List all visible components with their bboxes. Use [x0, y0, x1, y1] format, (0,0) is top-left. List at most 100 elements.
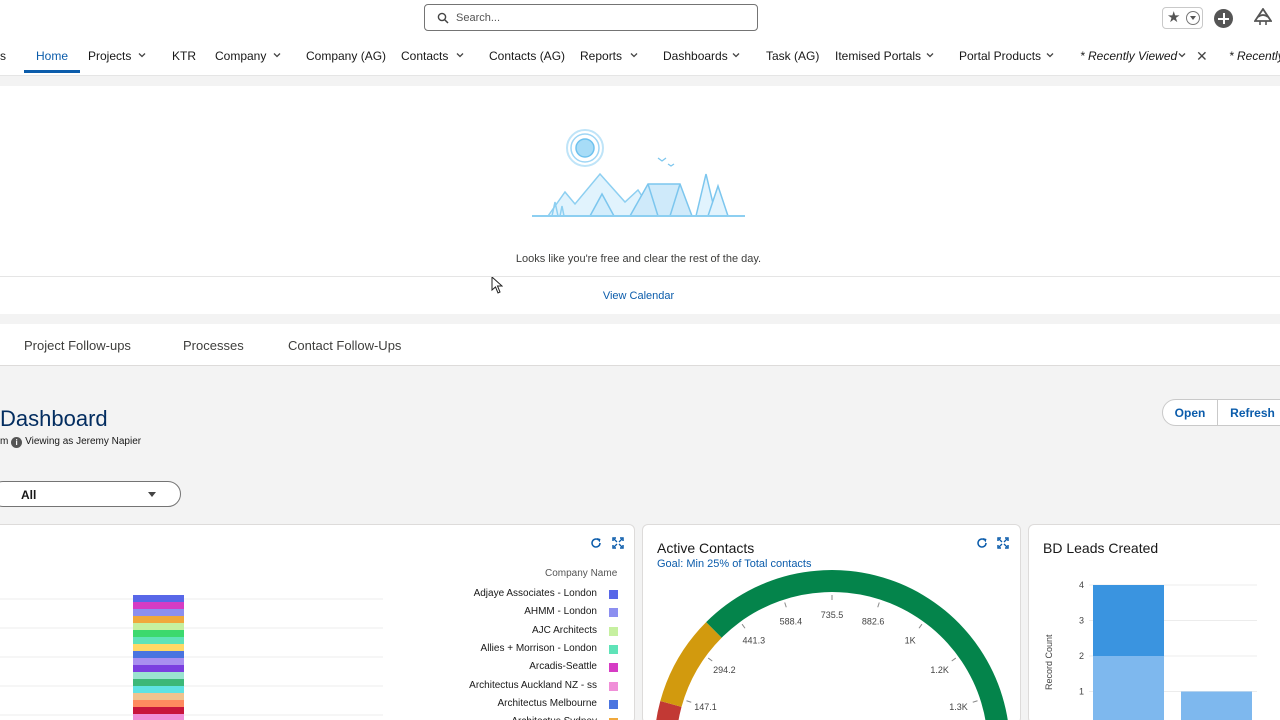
legend-item-label[interactable]: Allies + Morrison - London — [397, 643, 597, 657]
chevron-down-icon[interactable] — [1046, 51, 1054, 59]
bar-segment[interactable] — [1093, 585, 1164, 656]
bar-segment[interactable] — [133, 700, 184, 707]
chevron-down-icon[interactable] — [732, 51, 740, 59]
y-tick-label: 1 — [1079, 687, 1084, 697]
nav-item-contacts[interactable]: Contacts — [401, 36, 448, 75]
divider — [0, 276, 1280, 277]
bar-segment[interactable] — [133, 707, 184, 714]
bar-segment[interactable] — [133, 595, 184, 602]
tab-processes[interactable]: Processes — [183, 338, 244, 353]
nav-item-portal-products[interactable]: Portal Products — [959, 36, 1041, 75]
chevron-down-icon[interactable] — [273, 51, 281, 59]
bar[interactable] — [1093, 656, 1164, 720]
gauge-tick-mark — [741, 623, 746, 629]
view-calendar-link[interactable]: View Calendar — [0, 290, 1277, 302]
legend-swatch — [609, 663, 618, 673]
bar-segment[interactable] — [133, 651, 184, 658]
tab-bar: Project Follow-ups Processes Contact Fol… — [0, 324, 1280, 366]
legend-item-label[interactable]: AJC Architects — [397, 625, 597, 639]
nav-item-partial[interactable]: s — [0, 36, 6, 75]
gauge-tick-mark — [877, 602, 880, 608]
app-navigation: s Home Projects KTR Company Company (AG)… — [0, 36, 1280, 76]
bar-segment[interactable] — [133, 637, 184, 644]
nav-item-home[interactable]: Home — [23, 36, 81, 75]
search-icon — [437, 12, 449, 24]
nav-item-company-ag[interactable]: Company (AG) — [306, 36, 386, 75]
bar-segment[interactable] — [133, 665, 184, 672]
events-empty-message: Looks like you're free and clear the res… — [515, 253, 762, 265]
bar-segment[interactable] — [133, 714, 184, 720]
add-icon[interactable] — [1214, 9, 1233, 28]
legend-title: Company Name — [545, 568, 618, 579]
chevron-down-icon — [148, 492, 156, 497]
gauge-tick-label: 735.5 — [821, 610, 844, 620]
open-button[interactable]: Open — [1162, 399, 1218, 426]
legend-swatch — [609, 699, 618, 709]
bar-segment[interactable] — [133, 630, 184, 637]
bar-segment[interactable] — [133, 679, 184, 686]
legend-swatch — [609, 626, 618, 636]
legend-item-label[interactable]: Architectus Auckland NZ - ss — [397, 680, 597, 694]
legend-item-label[interactable]: Arcadis-Seattle — [397, 661, 597, 675]
chevron-down-icon[interactable] — [1178, 51, 1186, 59]
bd-leads-widget: BD Leads Created Record Count 1234 — [1028, 524, 1280, 720]
dashboard-subtitle: m i Viewing as Jeremy Napier — [0, 436, 141, 448]
chevron-down-icon[interactable] — [1186, 11, 1200, 25]
subtitle-partial: m — [0, 436, 9, 447]
expand-icon[interactable] — [612, 537, 624, 549]
bd-leads-chart: Record Count 1 2 3 4 — [1044, 580, 1257, 720]
nav-item-itemised-portals[interactable]: Itemised Portals — [835, 36, 921, 75]
star-icon[interactable]: ★ — [1167, 10, 1180, 26]
gauge-tick-mark — [951, 657, 957, 662]
legend-item-label[interactable]: Architectus Sydney — [397, 716, 597, 720]
refresh-button[interactable]: Refresh — [1217, 399, 1280, 426]
refresh-icon[interactable] — [590, 537, 602, 549]
bar-segment[interactable] — [133, 686, 184, 693]
nav-item-dashboards[interactable]: Dashboards — [663, 36, 728, 75]
legend-item-label[interactable]: Architectus Melbourne — [397, 698, 598, 712]
bar-segment[interactable] — [133, 658, 184, 665]
bar-segment[interactable] — [133, 693, 184, 700]
gauge-tick-label: 294.2 — [713, 665, 736, 675]
nav-item-projects[interactable]: Projects — [88, 36, 131, 75]
bar-segment[interactable] — [133, 616, 184, 623]
bar-segment[interactable] — [133, 602, 184, 609]
global-search[interactable] — [424, 4, 758, 31]
nav-item-ktr[interactable]: KTR — [172, 36, 196, 75]
nav-item-contacts-ag[interactable]: Contacts (AG) — [489, 36, 565, 75]
bar-segment[interactable] — [133, 609, 184, 616]
legend-item-label[interactable]: AHMM - London — [397, 606, 597, 620]
nav-item-task-ag[interactable]: Task (AG) — [766, 36, 819, 75]
viewing-as-text: Viewing as Jeremy Napier — [25, 436, 142, 447]
chevron-down-icon[interactable] — [630, 51, 638, 59]
nav-item-recently-viewed[interactable]: * Recently Viewed — [1080, 36, 1177, 75]
global-header: ★ — [0, 0, 1280, 36]
chevron-down-icon[interactable] — [456, 51, 464, 59]
gauge-tick-label: 1.2K — [930, 665, 949, 675]
trailhead-icon[interactable] — [1254, 8, 1272, 28]
search-input[interactable] — [456, 8, 746, 27]
nav-item-company[interactable]: Company — [215, 36, 266, 75]
active-contacts-widget: Active Contacts Goal: Min 25% of Total c… — [642, 524, 1021, 720]
info-icon[interactable]: i — [11, 437, 23, 448]
chevron-down-icon[interactable] — [926, 51, 934, 59]
close-icon[interactable]: ✕ — [1196, 49, 1208, 63]
nav-item-reports[interactable]: Reports — [580, 36, 622, 75]
dashboard-filter-select[interactable]: All — [0, 481, 181, 507]
company-chart-widget: Company Name Adjaye Associates - London A… — [0, 524, 635, 720]
gauge-bands — [656, 570, 1008, 720]
gauge-chart: 147.1 294.2 441.3 588.4 735.5 882.6 1K 1.2K 1.3K — [656, 570, 1008, 720]
chevron-down-icon[interactable] — [138, 51, 146, 59]
bar[interactable] — [1181, 691, 1252, 720]
empty-state-illustration — [532, 129, 745, 217]
legend-item-label[interactable]: Adjaye Associates - London — [397, 588, 597, 602]
stacked-bar[interactable] — [133, 595, 184, 720]
bar-segment[interactable] — [133, 644, 184, 651]
favorites-button[interactable]: ★ — [1162, 7, 1203, 29]
bar-segment[interactable] — [133, 672, 184, 679]
tab-project-follow-ups[interactable]: Project Follow-ups — [24, 338, 131, 353]
bar-segment[interactable] — [133, 623, 184, 630]
tab-contact-follow-ups[interactable]: Contact Follow-Ups — [288, 338, 401, 353]
nav-item-recently-partial[interactable]: * Recently — [1229, 36, 1280, 75]
events-card: Looks like you're free and clear the res… — [0, 86, 1280, 314]
